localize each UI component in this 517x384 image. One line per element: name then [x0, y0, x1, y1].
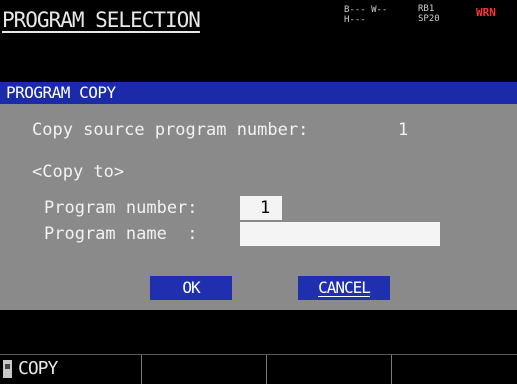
- softkey-label: COPY: [18, 358, 58, 379]
- softkey-3[interactable]: [267, 355, 392, 384]
- program-name-input[interactable]: [240, 222, 440, 246]
- robot-speed-indicator: RB1 SP20: [418, 4, 440, 24]
- copy-to-label: <Copy to>: [32, 162, 125, 182]
- program-copy-dialog: PROGRAM COPY Copy source program number:…: [0, 82, 517, 310]
- alarm-indicator: WRN: [476, 6, 496, 19]
- program-number-label: Program number:: [44, 198, 198, 218]
- copy-icon: [3, 360, 12, 378]
- source-program-value: 1: [398, 120, 409, 140]
- screen-title: PROGRAM SELECTION: [2, 8, 201, 32]
- program-name-label: Program name :: [44, 224, 198, 244]
- message-area: [0, 310, 517, 354]
- softkey-copy[interactable]: COPY: [0, 355, 142, 384]
- dialog-title: PROGRAM COPY: [0, 82, 517, 104]
- program-number-input[interactable]: 1: [240, 196, 282, 220]
- cancel-button[interactable]: CANCEL: [298, 276, 390, 300]
- softkey-2[interactable]: [142, 355, 267, 384]
- background-list-area: [0, 44, 517, 82]
- ok-button[interactable]: OK: [150, 276, 232, 300]
- header-bar: PROGRAM SELECTION B--- W-- H--- RB1 SP20…: [0, 0, 517, 44]
- status-indicator: B--- W-- H---: [344, 5, 388, 25]
- softkey-4[interactable]: [392, 355, 517, 384]
- source-program-label: Copy source program number:: [32, 120, 309, 140]
- softkey-bar: COPY: [0, 354, 517, 384]
